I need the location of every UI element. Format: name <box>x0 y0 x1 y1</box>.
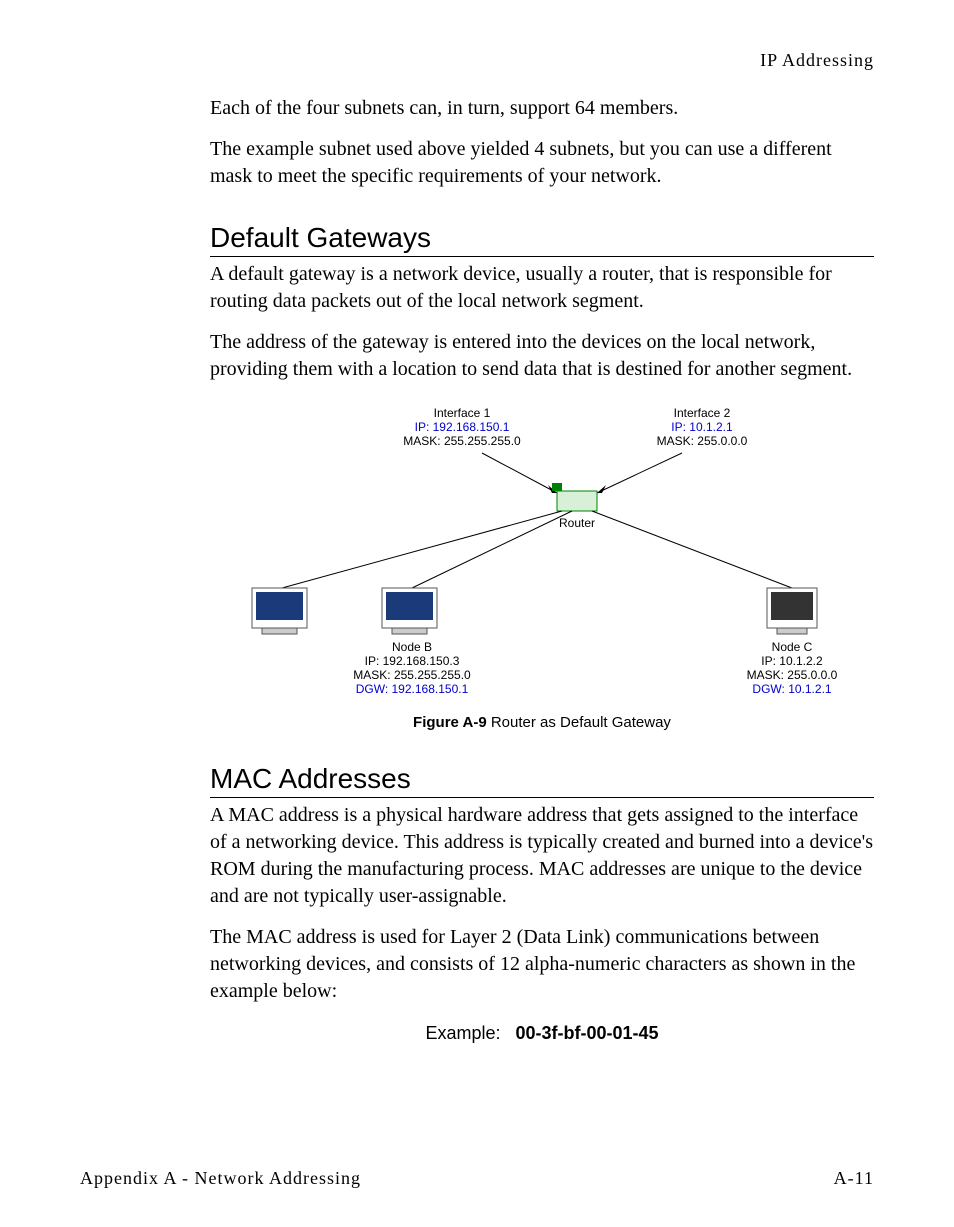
if2-ip: IP: 10.1.2.1 <box>671 420 733 434</box>
heading-default-gateways: Default Gateways <box>210 222 874 257</box>
paragraph: The address of the gateway is entered in… <box>210 329 874 383</box>
nodeC-dgw: DGW: 10.1.2.1 <box>752 682 831 696</box>
example-mac: 00-3f-bf-00-01-45 <box>516 1023 659 1043</box>
figure-caption-text: Router as Default Gateway <box>491 714 671 731</box>
page-footer: Appendix A - Network Addressing A-11 <box>80 1168 874 1189</box>
paragraph: A MAC address is a physical hardware add… <box>210 802 874 910</box>
if1-title: Interface 1 <box>434 406 491 420</box>
figure-a9: Interface 1 IP: 192.168.150.1 MASK: 255.… <box>210 403 874 731</box>
example-label: Example: <box>425 1023 500 1043</box>
router-label: Router <box>559 516 595 530</box>
mac-example: Example: 00-3f-bf-00-01-45 <box>210 1023 874 1044</box>
figure-caption: Figure A-9 Router as Default Gateway <box>210 714 874 731</box>
nodeC-name: Node C <box>772 640 813 654</box>
if1-ip: IP: 192.168.150.1 <box>415 420 510 434</box>
paragraph: The example subnet used above yielded 4 … <box>210 136 874 190</box>
footer-left: Appendix A - Network Addressing <box>80 1168 361 1189</box>
paragraph: Each of the four subnets can, in turn, s… <box>210 95 874 122</box>
if2-mask: MASK: 255.0.0.0 <box>657 434 748 448</box>
if2-title: Interface 2 <box>674 406 731 420</box>
nodeB-dgw: DGW: 192.168.150.1 <box>356 682 469 696</box>
nodeB-name: Node B <box>392 640 432 654</box>
gateways-block: A default gateway is a network device, u… <box>210 261 874 383</box>
paragraph: The MAC address is used for Layer 2 (Dat… <box>210 924 874 1005</box>
nodeB-mask: MASK: 255.255.255.0 <box>353 668 471 682</box>
mac-block: A MAC address is a physical hardware add… <box>210 802 874 1005</box>
heading-mac-addresses: MAC Addresses <box>210 763 874 798</box>
running-header-text: IP Addressing <box>760 50 874 70</box>
footer-right: A-11 <box>834 1168 874 1189</box>
if1-mask: MASK: 255.255.255.0 <box>403 434 521 448</box>
intro-block: Each of the four subnets can, in turn, s… <box>210 95 874 190</box>
nodeC-ip: IP: 10.1.2.2 <box>761 654 823 668</box>
running-header: IP Addressing <box>80 50 874 71</box>
nodeC-mask: MASK: 255.0.0.0 <box>747 668 838 682</box>
network-diagram: Interface 1 IP: 192.168.150.1 MASK: 255.… <box>222 403 862 703</box>
figure-label: Figure A-9 <box>413 714 487 731</box>
paragraph: A default gateway is a network device, u… <box>210 261 874 315</box>
nodeB-ip: IP: 192.168.150.3 <box>365 654 460 668</box>
